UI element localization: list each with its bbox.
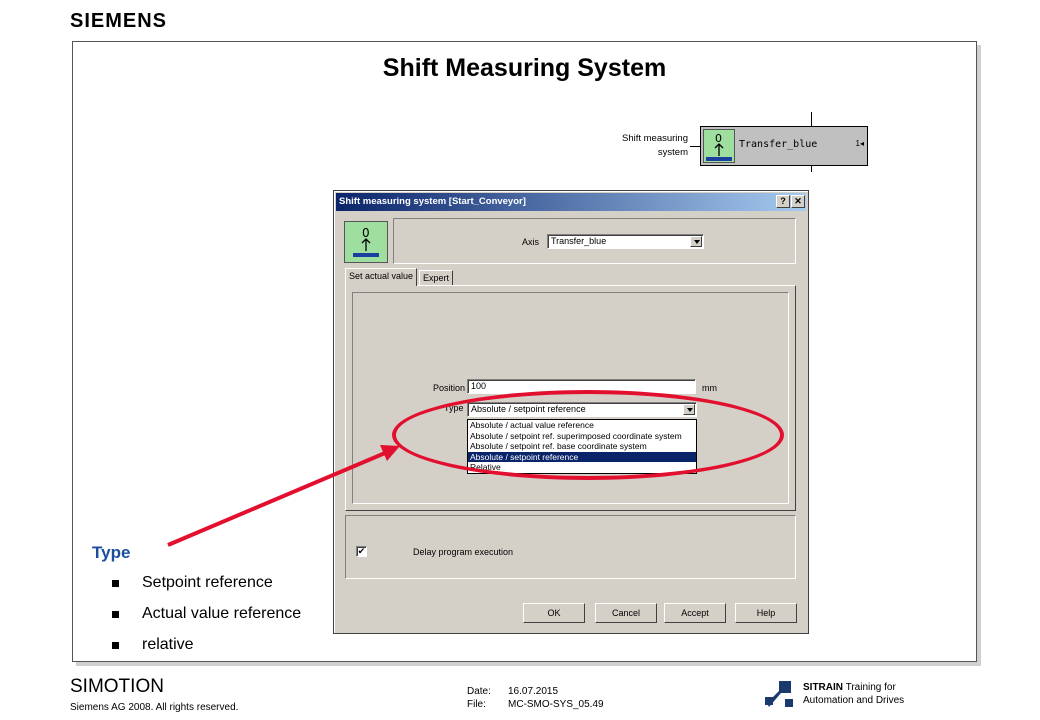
- sitrain-subtitle: Automation and Drives: [803, 695, 905, 706]
- sitrain-tail: Training for: [845, 682, 896, 693]
- type-heading: Type: [92, 543, 131, 562]
- copyright: Siemens AG 2008. All rights reserved.: [70, 702, 239, 713]
- bullet-text: Setpoint reference: [142, 574, 273, 591]
- tab-set-actual-value[interactable]: Set actual value: [345, 268, 418, 286]
- sitrain-logo-icon: [765, 681, 793, 707]
- file-label: File:: [467, 699, 486, 710]
- sitrain-name: SITRAIN Training for: [803, 682, 896, 693]
- bullet-text: Actual value reference: [142, 605, 302, 622]
- date-label: Date:: [467, 686, 491, 697]
- product-name: SIMOTION: [70, 676, 164, 697]
- sitrain-brand: SITRAIN: [803, 682, 843, 693]
- bullet-icon: [112, 580, 119, 587]
- date-value: 16.07.2015: [508, 686, 559, 697]
- bullet-text: relative: [142, 636, 194, 653]
- file-value: MC-SMO-SYS_05.49: [508, 699, 604, 710]
- bullet-icon: [112, 611, 119, 618]
- bullet-icon: [112, 642, 119, 649]
